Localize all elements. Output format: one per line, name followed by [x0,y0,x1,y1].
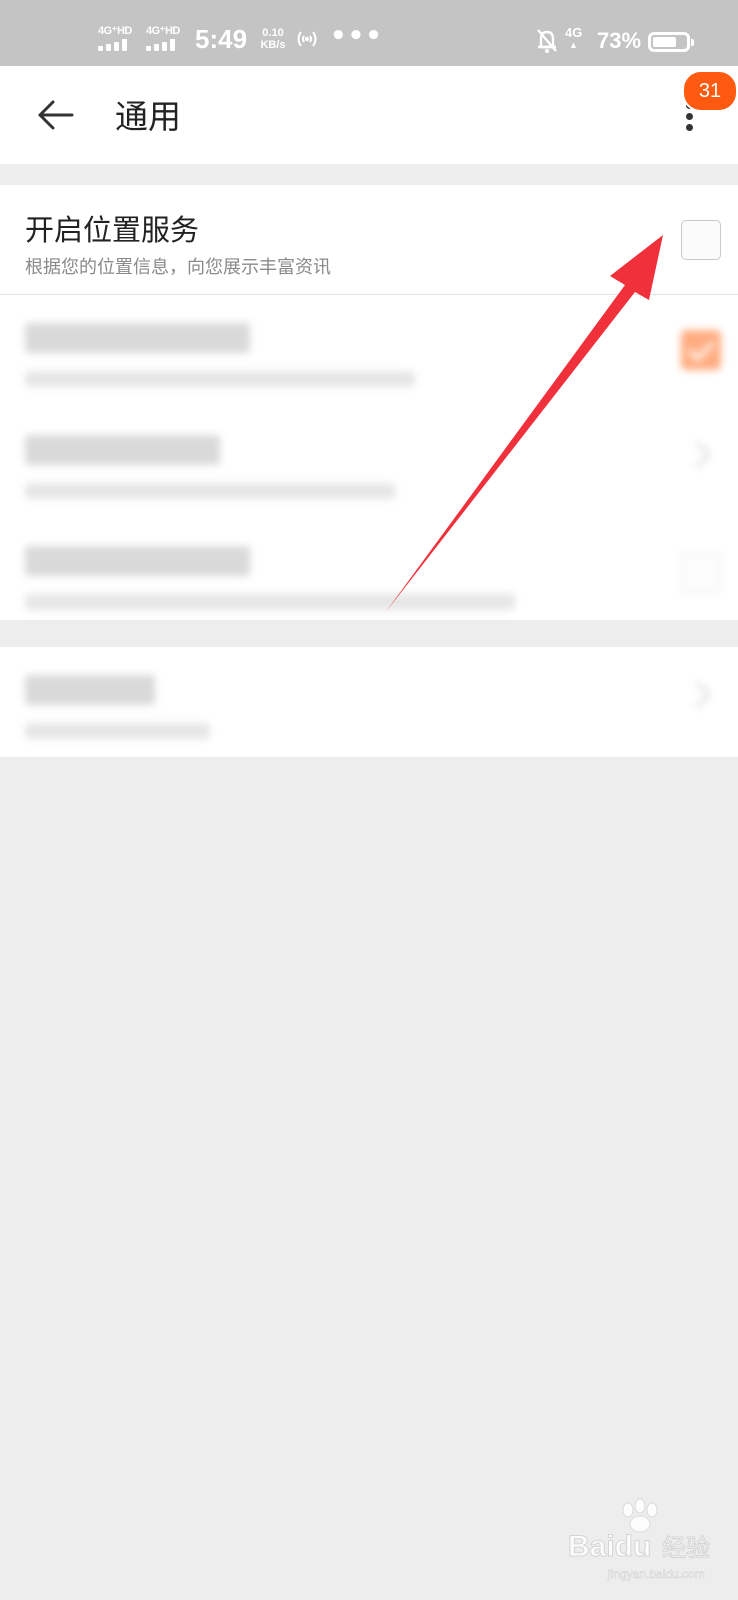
page-title: 通用 [115,97,181,136]
notification-badge: 31 [682,70,738,112]
location-service-title: 开启位置服务 [25,213,200,247]
battery-icon [648,32,694,52]
status-time: 5:49 [195,24,248,54]
signal-bars-icon [98,39,132,51]
settings-card: 开启位置服务 根据您的位置信息，向您展示丰富资讯 [0,185,738,620]
svg-text:jingyan.baidu.com: jingyan.baidu.com [607,1567,705,1581]
svg-text:Baidu: Baidu [568,1530,651,1563]
chevron-right-icon[interactable] [684,681,711,708]
signal-bars-icon [146,39,180,51]
sim1-signal: 4G⁺HD [98,22,140,52]
location-service-row[interactable]: 开启位置服务 根据您的位置信息，向您展示丰富资讯 [0,185,738,295]
blurred-setting-row[interactable] [0,407,738,517]
overflow-dots: ••• [330,21,383,51]
network-speed: 0.10 KB/s [256,27,290,51]
blurred-setting-row[interactable] [0,295,738,405]
sim2-signal: 4G⁺HD [146,22,188,52]
battery-percent: 73% [597,28,642,53]
speed-value: 0.10 [262,27,284,39]
data-network: 4G ▲ [565,26,582,52]
data-network-label: 4G [565,25,583,40]
speed-unit: KB/s [260,39,286,51]
status-bar: 4G⁺HD 4G⁺HD 5:49 0.10 KB/s ••• 4G ▲ 73% [0,0,738,66]
battery-fill [653,37,676,47]
blurred-setting-row[interactable] [0,647,738,757]
blurred-checkbox[interactable] [681,553,721,593]
app-bar: 通用 [0,66,738,164]
chevron-right-icon[interactable] [684,441,711,468]
location-service-checkbox[interactable] [681,220,721,260]
back-button[interactable] [30,89,82,141]
bell-off-icon [537,29,557,53]
arrow-left-icon [38,100,74,130]
blurred-setting-row[interactable] [0,518,738,628]
svg-text:经验: 经验 [662,1534,710,1562]
clear-cache-card [0,647,738,757]
location-service-description: 根据您的位置信息，向您展示丰富资讯 [25,257,331,278]
sim2-network-label: 4G⁺HD [146,25,180,37]
blurred-checkbox-checked[interactable] [681,330,721,370]
baidu-jingyan-watermark-logo: Baidu 经验 jingyan.baidu.com [568,1498,711,1581]
sim1-network-label: 4G⁺HD [98,25,132,37]
data-arrows-icon: ▲ [569,40,578,50]
hotspot-icon [297,31,317,47]
